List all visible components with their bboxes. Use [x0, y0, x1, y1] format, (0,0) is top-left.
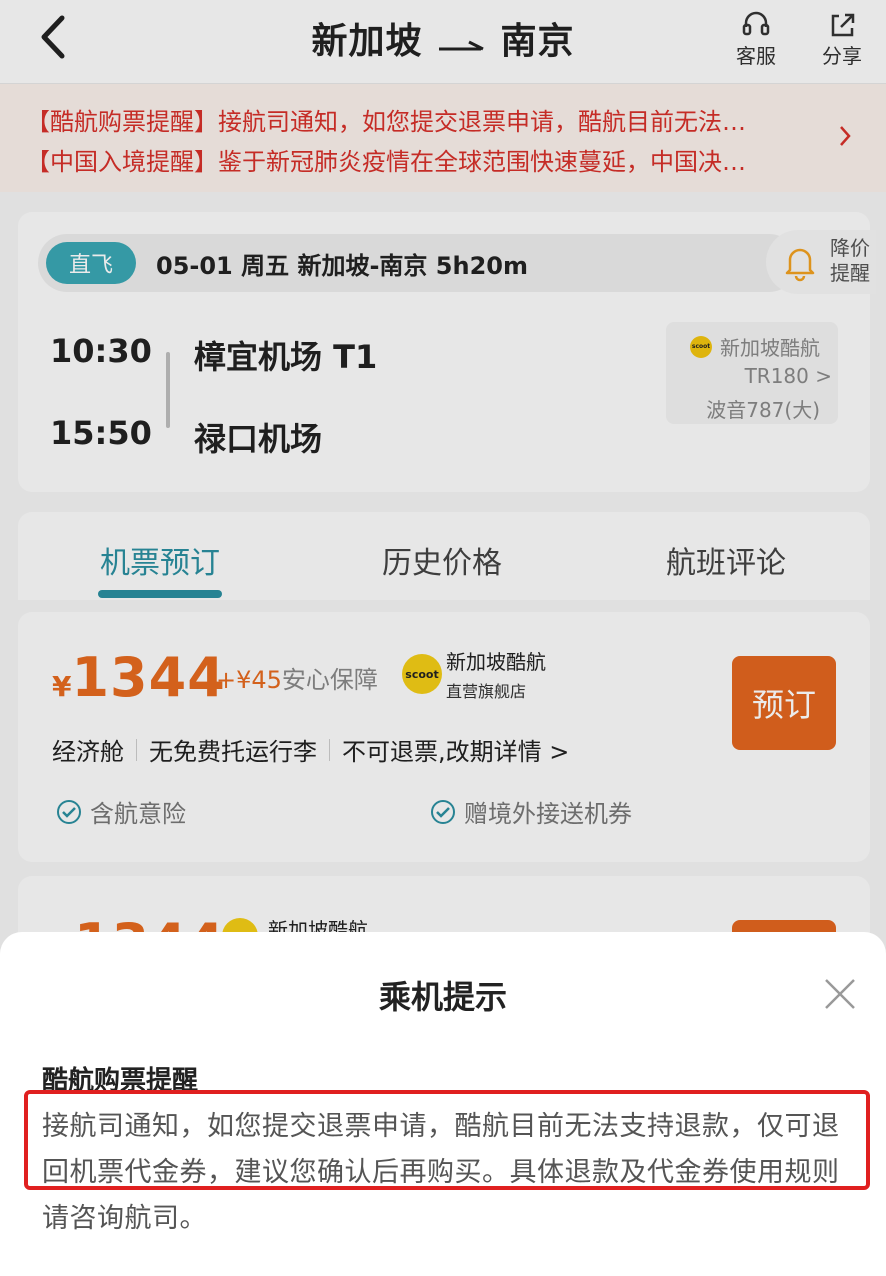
close-icon[interactable]	[820, 974, 860, 1014]
sheet-body-text: 接航司通知，如您提交退票申请，酷航目前无法支持退款，仅可退回机票代金券，建议您确…	[42, 1111, 840, 1234]
sheet-heading: 酷航购票提醒	[42, 1066, 199, 1096]
sheet-title: 乘机提示	[378, 978, 507, 1016]
boarding-tips-sheet: 乘机提示 酷航购票提醒 接航司通知，如您提交退票申请，酷航目前无法支持退款，仅可…	[0, 932, 886, 1276]
